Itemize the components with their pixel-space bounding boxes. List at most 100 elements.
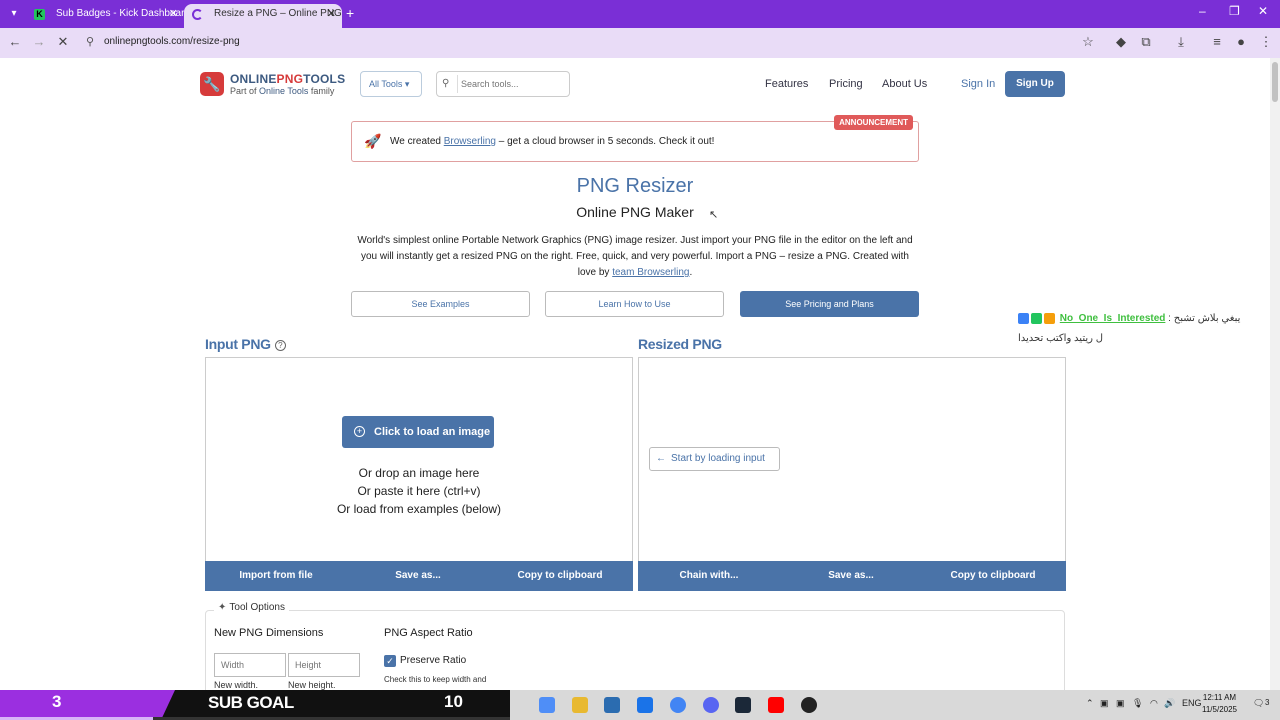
see-examples-button[interactable]: See Examples xyxy=(351,291,530,317)
badge-icon xyxy=(1031,313,1042,324)
obs-icon[interactable] xyxy=(801,697,817,713)
clock-date: 11/5/2025 xyxy=(1202,705,1237,714)
page-scrollbar[interactable] xyxy=(1270,58,1280,690)
badge-icon xyxy=(1018,313,1029,324)
minimize-icon[interactable]: – xyxy=(1199,4,1206,18)
nav-about-us[interactable]: About Us xyxy=(882,78,927,90)
output-panel-title: Resized PNG xyxy=(638,336,722,352)
paste-hint: Or paste it here (ctrl+v) xyxy=(357,484,481,498)
microsoft-store-icon[interactable] xyxy=(604,697,620,713)
stop-icon[interactable]: ✕ xyxy=(54,34,72,50)
clock[interactable]: 12:11 AM 11/5/2025 xyxy=(1202,692,1237,716)
rocket-icon: 🚀 xyxy=(364,133,382,149)
profile-avatar-icon[interactable]: ● xyxy=(1232,34,1250,49)
forward-icon[interactable]: → xyxy=(30,34,48,49)
show-hidden-icons-icon[interactable]: ⌃ xyxy=(1086,698,1094,709)
microphone-icon[interactable]: 🎙 xyxy=(1132,698,1143,709)
discord-icon[interactable] xyxy=(703,697,719,713)
preserve-ratio-checkbox[interactable]: ✓ xyxy=(384,655,396,667)
new-tab-icon[interactable]: + xyxy=(346,5,354,21)
restore-icon[interactable]: ❐ xyxy=(1229,4,1240,18)
all-tools-dropdown[interactable]: All Tools ▾ xyxy=(360,71,422,97)
tray-app-icon[interactable]: ▣ xyxy=(1100,698,1109,709)
search-divider xyxy=(457,75,458,93)
input-panel[interactable]: + Click to load an image Or drop an imag… xyxy=(205,357,633,591)
notification-bell-icon[interactable]: 🗨 xyxy=(1253,698,1264,709)
reading-list-icon[interactable]: ≡ xyxy=(1208,34,1226,49)
sign-in-link[interactable]: Sign In xyxy=(961,78,995,90)
wifi-icon[interactable]: ◠ xyxy=(1150,698,1158,709)
outlook-icon[interactable] xyxy=(637,697,653,713)
sign-up-button[interactable]: Sign Up xyxy=(1005,71,1065,97)
search-box[interactable]: ⚲ xyxy=(436,71,570,97)
examples-hint: Or load from examples (below) xyxy=(336,502,502,516)
see-pricing-button[interactable]: See Pricing and Plans xyxy=(740,291,919,317)
brand-sub-prefix: Part of xyxy=(230,86,260,96)
chain-with-button[interactable]: Chain with... xyxy=(638,561,780,591)
tool-options-legend: ✦ Tool Options xyxy=(214,602,289,613)
height-hint: New height. xyxy=(288,680,336,690)
tab-title: Resize a PNG – Online PNG Ma xyxy=(214,8,342,19)
site-info-icon[interactable]: ⚲ xyxy=(86,35,94,48)
bookmark-star-icon[interactable]: ☆ xyxy=(1079,34,1097,50)
preserve-ratio-hint: Check this to keep width and height prop… xyxy=(384,675,487,690)
aspect-ratio-heading: PNG Aspect Ratio xyxy=(384,627,473,639)
windows-taskbar: 3 SUB GOAL 10 ⌃ ▣ ▣ 🎙 ◠ 🔊 ENG 12:11 AM 11… xyxy=(0,690,1280,720)
extension-icon[interactable]: ◆ xyxy=(1112,34,1130,50)
tab-search-icon[interactable]: ▾ xyxy=(6,6,22,22)
width-input[interactable] xyxy=(214,653,286,677)
tab-kick-dashboard[interactable]: K Sub Badges - Kick Dashboard ✕ xyxy=(26,4,184,28)
language-indicator[interactable]: ENG xyxy=(1182,698,1202,708)
sub-goal-label: SUB GOAL xyxy=(208,693,294,712)
output-save-as-button[interactable]: Save as... xyxy=(780,561,922,591)
chrome-icon[interactable] xyxy=(670,697,686,713)
close-tab-icon[interactable]: ✕ xyxy=(169,4,178,24)
browserling-link[interactable]: Browserling xyxy=(444,136,496,147)
close-window-icon[interactable]: ✕ xyxy=(1258,4,1268,18)
browser-tab-bar: ▾ K Sub Badges - Kick Dashboard ✕ Resize… xyxy=(0,0,1280,28)
notification-count: 3 xyxy=(1265,698,1270,707)
import-from-file-button[interactable]: Import from file xyxy=(205,561,347,591)
announcement-suffix: – get a cloud browser in 5 seconds. Chec… xyxy=(495,136,715,147)
download-icon[interactable]: ⤓ xyxy=(1172,34,1190,50)
sub-goal-accent xyxy=(0,690,175,720)
nav-features[interactable]: Features xyxy=(765,78,808,90)
online-tools-link[interactable]: Online Tools xyxy=(259,86,308,96)
search-input[interactable] xyxy=(461,76,565,92)
height-input[interactable] xyxy=(288,653,360,677)
clock-time: 12:11 AM xyxy=(1202,693,1237,702)
brand-name[interactable]: ONLINEPNGTOOLS xyxy=(230,72,345,86)
output-copy-button[interactable]: Copy to clipboard xyxy=(922,561,1064,591)
steam-icon[interactable] xyxy=(735,697,751,713)
help-icon[interactable]: ? xyxy=(274,339,286,351)
volume-icon[interactable]: 🔊 xyxy=(1164,698,1175,709)
sub-goal-current: 3 xyxy=(52,692,62,711)
tab-resize-png[interactable]: Resize a PNG – Online PNG Ma ✕ xyxy=(184,4,342,28)
tray-app-icon[interactable]: ▣ xyxy=(1116,698,1125,709)
scrollbar-thumb[interactable] xyxy=(1272,62,1278,102)
file-explorer-icon[interactable] xyxy=(572,697,588,713)
input-save-as-button[interactable]: Save as... xyxy=(347,561,489,591)
start-by-loading-button[interactable]: ← Start by loading input xyxy=(649,447,780,471)
load-image-button[interactable]: + Click to load an image xyxy=(342,416,494,448)
search-icon: ⚲ xyxy=(442,78,450,89)
wrench-logo-icon[interactable]: 🔧 xyxy=(200,72,224,96)
learn-how-button[interactable]: Learn How to Use xyxy=(545,291,724,317)
team-browserling-link[interactable]: team Browserling xyxy=(612,267,689,278)
chat-message-continued: ل ريتيد واكتب تحديدا xyxy=(1018,333,1103,344)
preserve-ratio-label[interactable]: Preserve Ratio xyxy=(400,655,466,666)
browser-menu-icon[interactable]: ⋮ xyxy=(1257,34,1275,50)
sub-goal-target: 10 xyxy=(444,692,463,711)
brand-online: ONLINE xyxy=(230,72,277,86)
youtube-icon[interactable] xyxy=(768,697,784,713)
copilot-icon[interactable] xyxy=(539,697,555,713)
announcement-banner[interactable]: 🚀 We created Browserling – get a cloud b… xyxy=(351,115,919,162)
address-bar[interactable]: ⚲ onlinepngtools.com/resize-png xyxy=(80,32,1110,54)
input-copy-button[interactable]: Copy to clipboard xyxy=(489,561,631,591)
nav-pricing[interactable]: Pricing xyxy=(829,78,863,90)
close-tab-icon[interactable]: ✕ xyxy=(327,4,336,24)
output-panel: ← Start by loading input Chain with... S… xyxy=(638,357,1066,591)
back-icon[interactable]: ← xyxy=(6,34,24,49)
extensions-puzzle-icon[interactable]: ⧉ xyxy=(1137,34,1155,50)
output-action-bar: Chain with... Save as... Copy to clipboa… xyxy=(638,561,1066,591)
